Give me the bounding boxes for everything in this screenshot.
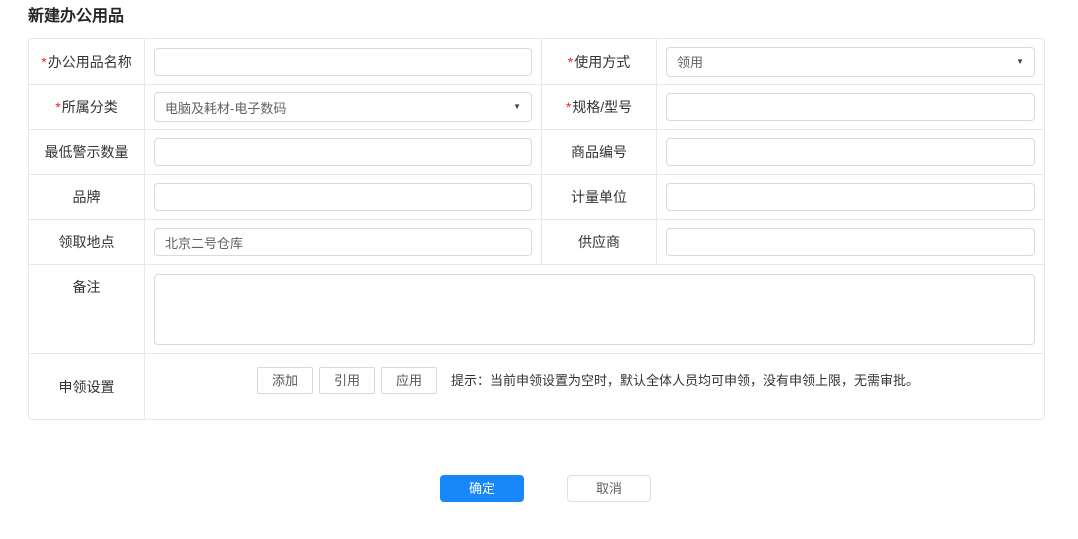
usage-field-cell: 领用 ▼ — [656, 39, 1044, 84]
usage-label: *使用方式 — [541, 39, 656, 84]
footer-actions: 确定 取消 — [28, 475, 1045, 502]
category-select-value: 电脑及耗材-电子数码 — [165, 98, 286, 117]
supplier-field-cell — [656, 219, 1044, 264]
remark-textarea[interactable] — [154, 274, 1035, 345]
cancel-button[interactable]: 取消 — [567, 475, 651, 502]
new-office-supply-form: *办公用品名称 *使用方式 领用 ▼ *所属分类 电脑及耗材-电子数码 ▼ *规… — [28, 38, 1045, 420]
brand-input[interactable] — [154, 183, 532, 211]
name-field-cell — [144, 39, 541, 84]
remark-label: 备注 — [29, 264, 144, 353]
pickup-location-field-cell — [144, 219, 541, 264]
spec-input[interactable] — [666, 93, 1035, 121]
required-marker: * — [41, 54, 46, 70]
spec-field-cell — [656, 84, 1044, 129]
dropdown-arrow-icon: ▼ — [513, 102, 521, 112]
unit-input[interactable] — [666, 183, 1035, 211]
min-warning-qty-field-cell — [144, 129, 541, 174]
supplier-input[interactable] — [666, 228, 1035, 256]
category-select[interactable]: 电脑及耗材-电子数码 ▼ — [154, 92, 532, 122]
required-marker: * — [568, 54, 573, 70]
claim-settings-cell: 添加 引用 应用 提示：当前申领设置为空时，默认全体人员均可申领，没有申领上限，… — [144, 353, 1044, 419]
confirm-button[interactable]: 确定 — [440, 475, 524, 502]
min-warning-qty-label: 最低警示数量 — [29, 129, 144, 174]
brand-label: 品牌 — [29, 174, 144, 219]
claim-settings-label: 申领设置 — [29, 353, 144, 419]
category-field-cell: 电脑及耗材-电子数码 ▼ — [144, 84, 541, 129]
name-label: *办公用品名称 — [29, 39, 144, 84]
dropdown-arrow-icon: ▼ — [1016, 57, 1024, 67]
product-code-label: 商品编号 — [541, 129, 656, 174]
spec-label: *规格/型号 — [541, 84, 656, 129]
add-button[interactable]: 添加 — [257, 367, 313, 394]
name-input[interactable] — [154, 48, 532, 76]
product-code-input[interactable] — [666, 138, 1035, 166]
quote-button[interactable]: 引用 — [319, 367, 375, 394]
remark-field-cell — [144, 264, 1044, 353]
required-marker: * — [55, 99, 60, 115]
claim-settings-hint: 提示：当前申领设置为空时，默认全体人员均可申领，没有申领上限，无需审批。 — [451, 367, 919, 394]
pickup-location-label: 领取地点 — [29, 219, 144, 264]
category-label: *所属分类 — [29, 84, 144, 129]
brand-field-cell — [144, 174, 541, 219]
unit-field-cell — [656, 174, 1044, 219]
required-marker: * — [566, 99, 571, 115]
apply-button[interactable]: 应用 — [381, 367, 437, 394]
usage-select[interactable]: 领用 ▼ — [666, 47, 1035, 77]
product-code-field-cell — [656, 129, 1044, 174]
pickup-location-input[interactable] — [154, 228, 532, 256]
usage-select-value: 领用 — [677, 52, 703, 71]
min-warning-qty-input[interactable] — [154, 138, 532, 166]
page-title: 新建办公用品 — [28, 8, 1078, 26]
supplier-label: 供应商 — [541, 219, 656, 264]
unit-label: 计量单位 — [541, 174, 656, 219]
new-office-supply-page: 新建办公用品 *办公用品名称 *使用方式 领用 ▼ *所属分类 电脑及耗材-电子… — [0, 0, 1078, 502]
